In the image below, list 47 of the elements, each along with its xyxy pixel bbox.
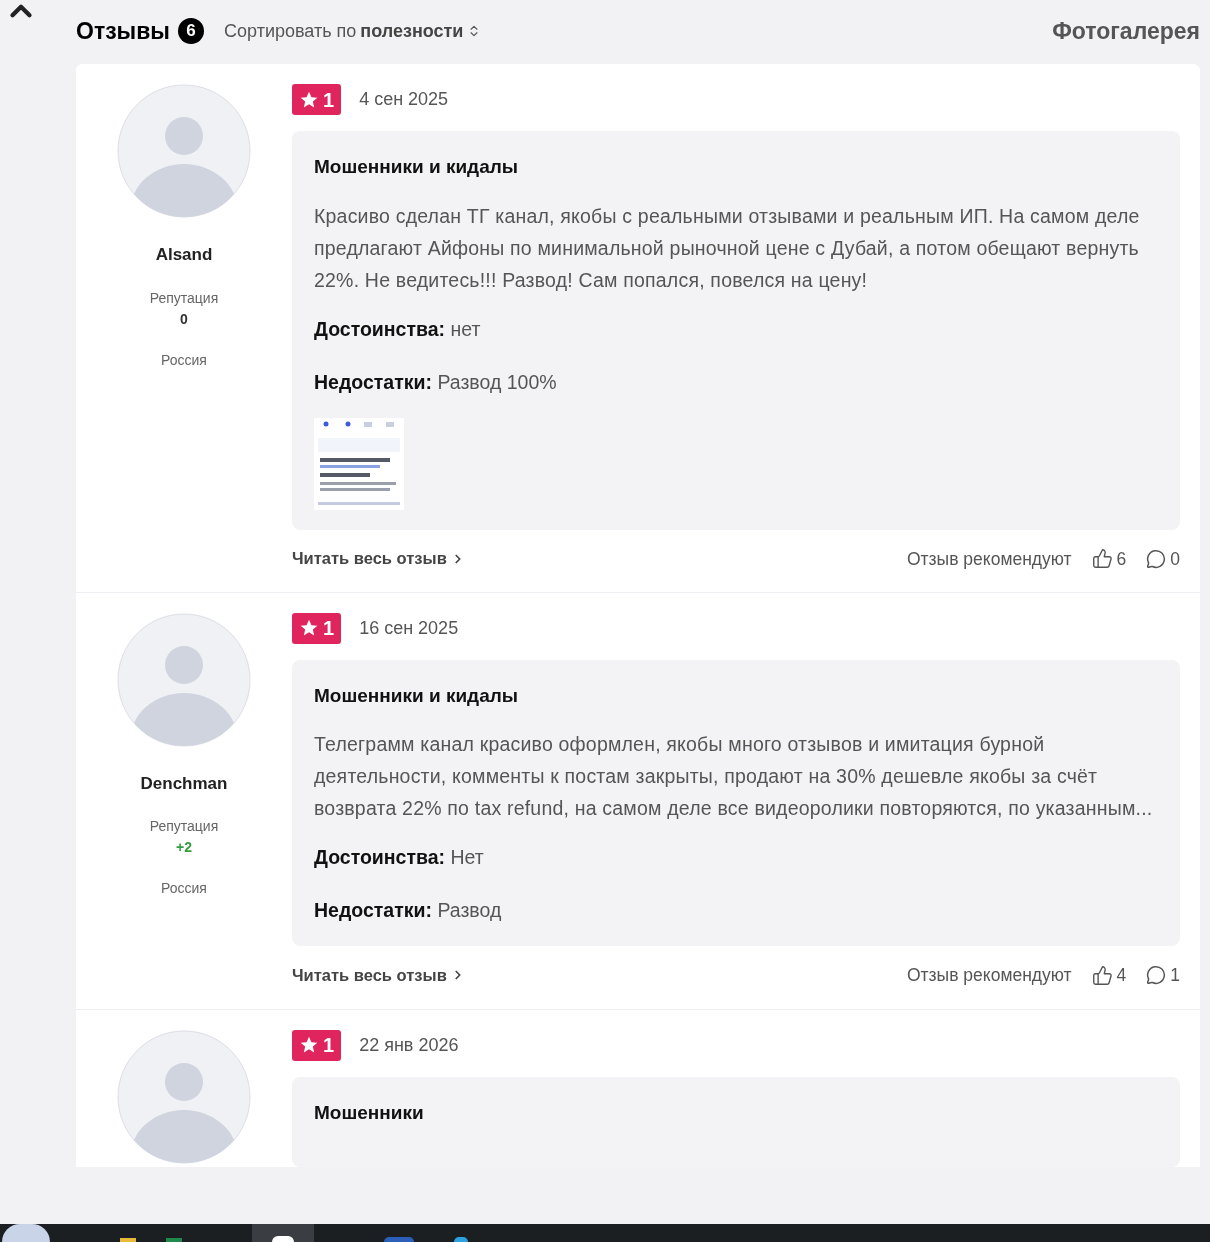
read-more-link[interactable]: Читать весь отзыв: [292, 963, 465, 988]
country-label: Россия: [161, 350, 207, 370]
like-button[interactable]: 6: [1091, 545, 1127, 572]
recommend-label: Отзыв рекомендуют: [906, 547, 1072, 571]
review-date: 16 сен 2025: [359, 616, 459, 640]
review-date: 4 сен 2025: [359, 88, 449, 111]
comments-button[interactable]: 0: [1146, 545, 1180, 572]
review-title: Мошенники и кидалы: [314, 683, 519, 708]
rating-badge: 1: [292, 84, 342, 115]
reputation-label: Репутация: [149, 288, 219, 308]
review-text: Красиво сделан ТГ канал, якобы с реальными отзывами и реальным ИП. На самом деле предлагают Айфоны по минимальной рыночной цене с Дубай, а потом обещают вернуть 22%. Не ведитесь!!! Развод! Сам попался, повелся на цену!: [314, 203, 1141, 293]
sort-dropdown[interactable]: Сортировать по полезности: [224, 17, 482, 45]
recommend-label: Отзыв рекомендуют: [906, 964, 1072, 988]
rating-badge: 1: [292, 1029, 342, 1061]
cons-label: Недостатки:: [314, 899, 432, 922]
author-name[interactable]: Alsand: [155, 242, 213, 268]
photo-gallery-link[interactable]: Фотогалерея: [1052, 13, 1200, 49]
reputation-value: 0: [180, 309, 188, 329]
like-button[interactable]: 4: [1091, 962, 1127, 989]
cons-text: Развод: [437, 899, 502, 922]
author-name[interactable]: Denchman: [140, 770, 228, 797]
reputation-value: +2: [176, 838, 192, 858]
rating-badge: 1: [292, 612, 342, 644]
thumbs-up-icon: [1091, 964, 1113, 986]
comment-icon: [1146, 548, 1167, 569]
pros-text: нет: [450, 317, 481, 340]
avatar-icon: [117, 612, 251, 747]
pros-text: Нет: [450, 846, 484, 869]
comment-icon: [1146, 965, 1167, 986]
review-text: Телеграмм канал красиво оформлен, якобы много отзывов и имитация бурной деятельности, комменты к постам закрыты, продают на 30% дешевле якобы за счёт возврата 22% по tax refund, на самом деле все видеоролики повторяются, по указанным...: [314, 732, 1154, 822]
cons-text: Развод 100%: [437, 370, 557, 393]
reviews-count-badge: 6: [178, 18, 204, 44]
avatar-icon: [117, 84, 251, 218]
review-date: 22 янв 2026: [359, 1033, 459, 1057]
pros-label: Достоинства:: [314, 846, 446, 869]
reviews-heading: Отзывы: [76, 16, 170, 46]
comments-button[interactable]: 1: [1146, 962, 1180, 989]
review-title: Мошенники и кидалы: [314, 155, 519, 179]
read-more-link[interactable]: Читать весь отзыв: [292, 546, 465, 571]
cons-label: Недостатки:: [314, 370, 432, 393]
thumbs-up-icon: [1091, 548, 1113, 570]
country-label: Россия: [161, 879, 207, 899]
review-title: Мошенники: [314, 1100, 425, 1125]
avatar-icon: [117, 1029, 251, 1164]
star-icon: [299, 1035, 319, 1055]
pros-label: Достоинства:: [314, 317, 446, 340]
reputation-label: Репутация: [149, 817, 219, 837]
